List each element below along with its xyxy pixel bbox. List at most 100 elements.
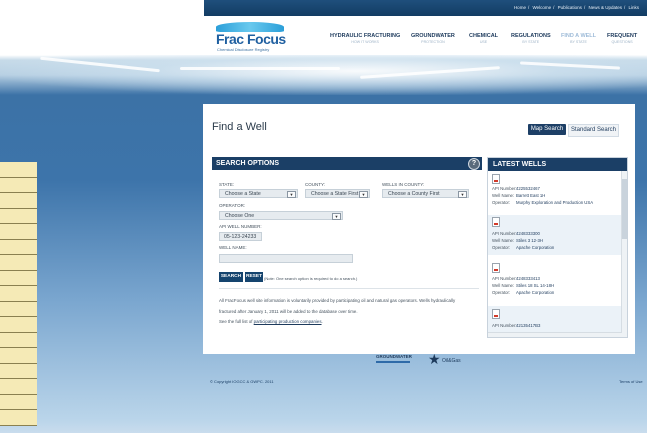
well-api-row: API Number:4248333413 xyxy=(492,276,540,281)
side-tile xyxy=(0,286,37,302)
partner-logos: GROUNDWATER ★ Oil&Gas xyxy=(0,350,647,375)
nav-hydraulic-fracturing[interactable]: HYDRAULIC FRACTURING HOW IT WORKS xyxy=(330,33,400,44)
nav-label: HYDRAULIC FRACTURING xyxy=(330,33,401,39)
well-name-row: Well Name: Barrett East 1H xyxy=(492,193,545,198)
top-link-home[interactable]: Home xyxy=(514,5,526,10)
nav-find-a-well[interactable]: FIND A WELL BY STATE xyxy=(561,33,596,44)
side-tile xyxy=(0,410,37,426)
state-select[interactable]: Choose a State ▼ xyxy=(219,189,298,198)
api-label: API Number: xyxy=(492,323,517,328)
side-tile xyxy=(0,193,37,209)
well-api: 4248333413 xyxy=(516,276,540,281)
county-select-value: Choose a State First xyxy=(311,191,359,197)
groundwater-logo-bar xyxy=(376,361,410,363)
operator-select[interactable]: Choose One ▼ xyxy=(219,211,343,220)
top-links: Home / Welcome / Publications / News & Upda… xyxy=(513,5,639,10)
name-label: Well Name: xyxy=(492,283,515,288)
water-splash-banner xyxy=(0,55,647,95)
page: Home / Welcome / Publications / News & Upda… xyxy=(0,0,647,433)
operator-label: OPERATOR: xyxy=(219,203,246,208)
nav-frequent-questions[interactable]: FREQUENT QUESTIONS xyxy=(607,33,637,44)
side-decoration xyxy=(0,162,37,426)
latest-well-item[interactable]: API Number:4225532467 Well Name: Barrett … xyxy=(488,172,621,213)
nav-groundwater[interactable]: GROUNDWATER PROTECTION xyxy=(411,33,455,44)
help-icon[interactable]: ? xyxy=(468,158,480,170)
well-api-row: API Number:4225532467 xyxy=(492,186,540,191)
star-icon: ★ xyxy=(428,351,441,367)
nav-label: CHEMICAL xyxy=(469,33,499,39)
well-name-row: Well Name: Stiles 18 SL 14-18H xyxy=(492,283,554,288)
chevron-down-icon: ▼ xyxy=(332,213,341,220)
search-options-panel: SEARCH OPTIONS ? STATE: Choose a State ▼… xyxy=(212,157,482,345)
pdf-icon[interactable] xyxy=(492,263,500,273)
api-label: API Number: xyxy=(492,276,517,281)
operator-label: Operator: xyxy=(492,290,511,295)
scrollbar-thumb[interactable] xyxy=(622,179,627,239)
search-button[interactable]: SEARCH xyxy=(219,272,243,282)
well-name-row: Well Name: Stiles 3 12-3H xyxy=(492,238,543,243)
api-number-label: API WELL NUMBER: xyxy=(219,224,262,229)
side-tile xyxy=(0,177,37,193)
operator-label: Operator: xyxy=(492,200,511,205)
nav-regulations[interactable]: REGULATIONS BY STATE xyxy=(511,33,551,44)
top-link-welcome[interactable]: Welcome xyxy=(532,5,551,10)
nav-chemical[interactable]: CHEMICAL USE xyxy=(469,33,498,44)
divider xyxy=(219,288,479,289)
latest-wells-scrollbar[interactable] xyxy=(621,171,627,337)
latest-well-item[interactable]: API Number:4248333413 Well Name: Stiles 1… xyxy=(488,260,621,302)
search-options-header: SEARCH OPTIONS ? xyxy=(212,157,482,170)
well-operator: Apache Corporation xyxy=(516,290,555,295)
well-name: Stiles 18 SL 14-18H xyxy=(516,283,555,288)
participating-companies-link[interactable]: participating production companies xyxy=(254,319,322,324)
standard-search-tab[interactable]: Standard Search xyxy=(568,124,619,137)
latest-wells-hscrollbar[interactable] xyxy=(488,332,622,337)
well-operator-row: Operator: Murphy Exploration and Producti… xyxy=(492,200,593,205)
latest-well-item[interactable]: API Number:4248333300 Well Name: Stiles 3… xyxy=(488,215,621,255)
api-label: API Number: xyxy=(492,186,517,191)
well-name-field[interactable] xyxy=(219,254,353,263)
top-link-news[interactable]: News & Updates xyxy=(588,5,622,10)
latest-well-item[interactable]: API Number:42135417B3 xyxy=(488,306,621,334)
side-tile xyxy=(0,255,37,271)
brand-tagline: Chemical Disclosure Registry xyxy=(217,47,270,52)
nav-sublabel: QUESTIONS xyxy=(611,40,633,44)
groundwater-logo[interactable]: GROUNDWATER xyxy=(376,354,412,366)
nav-label: GROUNDWATER xyxy=(411,33,455,39)
side-tile xyxy=(0,379,37,395)
nav-sublabel: BY STATE xyxy=(522,40,540,44)
side-tile xyxy=(0,394,37,410)
top-link-publications[interactable]: Publications xyxy=(558,5,582,10)
well-operator: Apache Corporation xyxy=(516,245,555,250)
page-title: Find a Well xyxy=(212,121,267,133)
well-name: Stiles 3 12-3H xyxy=(516,238,543,243)
latest-wells-title: LATEST WELLS xyxy=(488,158,627,171)
well-operator-row: Operator: Apache Corporation xyxy=(492,245,554,250)
info-text-line-1: All FracFocus well site information is v… xyxy=(219,298,456,303)
api-number-field[interactable]: 05-123-24233 xyxy=(219,232,262,241)
well-api-row: API Number:42135417B3 xyxy=(492,323,540,328)
top-link-links[interactable]: Links xyxy=(628,5,639,10)
pdf-icon[interactable] xyxy=(492,174,500,184)
county-select[interactable]: Choose a State First ▼ xyxy=(305,189,370,198)
side-tile xyxy=(0,317,37,333)
reset-button[interactable]: RESET xyxy=(245,272,263,282)
info-text-line-2: fractured after January 1, 2011 will be … xyxy=(219,309,358,314)
pdf-icon[interactable] xyxy=(492,217,500,227)
side-tile xyxy=(0,270,37,286)
county-label: COUNTY: xyxy=(305,182,326,187)
terms-of-use-link[interactable]: Terms of Use xyxy=(619,379,643,384)
splash-streak xyxy=(180,67,340,70)
map-search-tab[interactable]: Map Search xyxy=(528,124,566,135)
copyright: © Copyright IOGCC & GWPC. 2011 xyxy=(210,379,274,384)
name-label: Well Name: xyxy=(492,238,515,243)
chevron-down-icon: ▼ xyxy=(287,191,296,198)
search-note: (Note: One search option is required to … xyxy=(264,276,358,281)
top-bar: Home / Welcome / Publications / News & Upda… xyxy=(204,0,647,16)
well-api-row: API Number:4248333300 xyxy=(492,231,540,236)
nav-sublabel: USE xyxy=(479,40,488,44)
pdf-icon[interactable] xyxy=(492,309,500,319)
wells-in-county-select[interactable]: Choose a County First ▼ xyxy=(382,189,469,198)
latest-wells-panel: LATEST WELLS API Number:4225532467 Well … xyxy=(487,157,628,338)
api-label: API Number: xyxy=(492,231,517,236)
brand-name: Frac Focus xyxy=(216,31,286,47)
